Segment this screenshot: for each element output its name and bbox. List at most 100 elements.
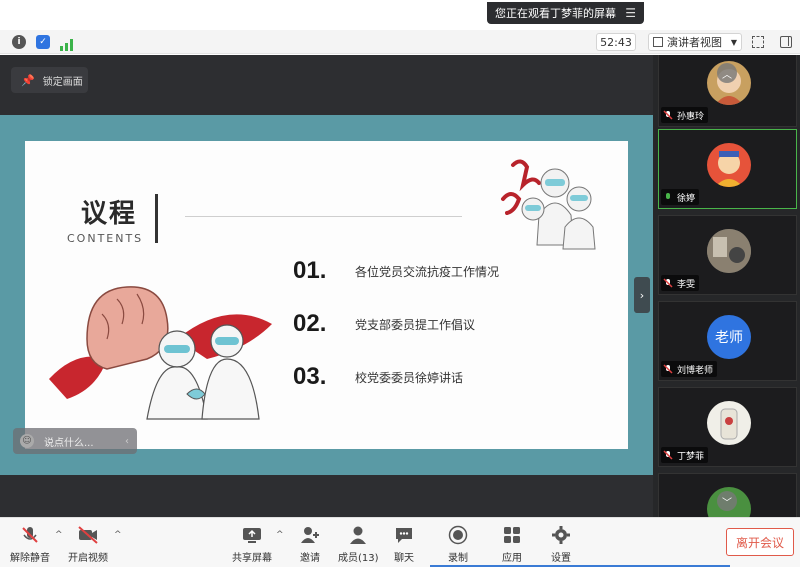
gear-icon bbox=[550, 524, 572, 546]
mic-muted-icon bbox=[19, 524, 41, 546]
menu-icon[interactable]: ☰ bbox=[625, 6, 636, 20]
agenda-item-number: 01. bbox=[293, 257, 327, 284]
agenda-item: 03. 校党委委员徐婷讲话 bbox=[293, 363, 463, 391]
agenda-item: 01. 各位党员交流抗疫工作情况 bbox=[293, 257, 499, 285]
meeting-toolbar: i ✓ 52:43 演讲者视图 ▼ bbox=[0, 30, 800, 54]
meeting-timer: 52:43 bbox=[596, 33, 636, 51]
participant-name: 孙惠玲 bbox=[677, 111, 705, 122]
shared-screen-stage: 📌 锁定画面 议程 CONTENTS 01. 各位党员交流抗疫工作情况 02. … bbox=[0, 55, 653, 517]
start-video-label: 开启视频 bbox=[68, 553, 108, 564]
lock-screen-label: 锁定画面 bbox=[42, 76, 83, 88]
chevron-up-icon[interactable]: ^ bbox=[55, 530, 63, 540]
add-user-icon bbox=[299, 524, 321, 546]
meeting-controls-bar: 解除静音 ^ 开启视频 ^ 共享屏幕 ^ 邀请 成员(13) 聊天 录制 应用 … bbox=[0, 517, 800, 567]
agenda-item: 02. 党支部委员提工作倡议 bbox=[293, 310, 475, 338]
participant-tile[interactable]: 丁梦菲 bbox=[658, 387, 797, 467]
agenda-item-text: 校党委委员徐婷讲话 bbox=[355, 370, 464, 385]
chevron-right-icon: › bbox=[639, 288, 645, 302]
scroll-up-icon[interactable]: ︿ bbox=[717, 63, 737, 83]
invite-button[interactable]: 邀请 bbox=[299, 524, 321, 564]
participant-tile[interactable]: 老师 刘博老师 bbox=[658, 301, 797, 381]
panel-expand-toggle[interactable]: › bbox=[634, 277, 650, 313]
info-icon[interactable]: i bbox=[12, 35, 26, 49]
settings-button[interactable]: 设置 bbox=[550, 524, 572, 564]
participant-sidebar: 孙惠玲 ︿ 徐婷 李雯 老师 刘博老师 丁梦菲 ﹀ bbox=[653, 55, 800, 517]
chevron-down-icon: ▼ bbox=[730, 37, 737, 47]
start-video-button[interactable]: 开启视频 bbox=[68, 524, 108, 564]
chat-icon bbox=[393, 524, 415, 546]
agenda-item-text: 党支部委员提工作倡议 bbox=[355, 317, 476, 332]
lock-screen-button[interactable]: 📌 锁定画面 bbox=[11, 67, 88, 93]
avatar bbox=[707, 143, 751, 187]
record-label: 录制 bbox=[448, 553, 468, 564]
avatar bbox=[707, 229, 751, 273]
slide-title: 议程 bbox=[81, 199, 138, 229]
chat-button[interactable]: 聊天 bbox=[393, 524, 415, 564]
chevron-up-icon[interactable]: ^ bbox=[114, 530, 122, 540]
watching-banner: 您正在观看丁梦菲的屏幕 ☰ bbox=[487, 2, 644, 24]
mic-active-icon bbox=[663, 192, 673, 202]
signal-icon[interactable] bbox=[60, 36, 74, 51]
record-icon bbox=[447, 524, 469, 546]
agenda-item-number: 03. bbox=[293, 363, 327, 390]
medics-calligraphy-illustration bbox=[501, 159, 596, 250]
avatar bbox=[707, 401, 751, 445]
members-icon bbox=[347, 524, 369, 546]
participant-nameplate: 李雯 bbox=[661, 275, 700, 291]
record-button[interactable]: 录制 bbox=[447, 524, 469, 564]
members-button[interactable]: 成员(13) bbox=[338, 524, 379, 564]
share-screen-button[interactable]: 共享屏幕 bbox=[232, 524, 272, 564]
slide: 议程 CONTENTS 01. 各位党员交流抗疫工作情况 02. 党支部委员提工… bbox=[25, 141, 628, 449]
participant-name: 丁梦菲 bbox=[677, 451, 705, 462]
mic-muted-icon bbox=[663, 278, 673, 288]
grid-icon bbox=[653, 37, 663, 47]
participant-name: 徐婷 bbox=[677, 193, 696, 204]
invite-label: 邀请 bbox=[300, 553, 320, 564]
mic-muted-icon bbox=[663, 450, 673, 460]
participant-tile[interactable]: 徐婷 bbox=[658, 129, 797, 209]
members-label: 成员(13) bbox=[338, 553, 379, 564]
mic-muted-icon bbox=[663, 110, 673, 120]
participant-tile[interactable]: 李雯 bbox=[658, 215, 797, 295]
share-screen-label: 共享屏幕 bbox=[232, 553, 272, 564]
unmute-label: 解除静音 bbox=[10, 553, 50, 564]
fullscreen-icon[interactable] bbox=[752, 36, 764, 48]
watching-banner-text: 您正在观看丁梦菲的屏幕 bbox=[495, 7, 616, 20]
apps-icon bbox=[501, 524, 523, 546]
agenda-item-text: 各位党员交流抗疫工作情况 bbox=[355, 264, 500, 279]
view-mode-select[interactable]: 演讲者视图 ▼ bbox=[648, 33, 742, 51]
title-underline bbox=[185, 216, 462, 217]
chat-label: 聊天 bbox=[394, 553, 414, 564]
pin-icon: 📌 bbox=[21, 73, 35, 87]
participant-nameplate: 徐婷 bbox=[661, 189, 700, 205]
share-screen-icon bbox=[241, 524, 263, 546]
unmute-button[interactable]: 解除静音 bbox=[10, 524, 50, 564]
participant-nameplate: 丁梦菲 bbox=[661, 447, 709, 463]
emoji-icon[interactable]: ☺ bbox=[20, 434, 34, 448]
agenda-item-number: 02. bbox=[293, 310, 327, 337]
participant-nameplate: 刘博老师 bbox=[661, 361, 718, 377]
chevron-left-icon[interactable]: ‹ bbox=[125, 436, 129, 447]
chat-placeholder: 说点什么... bbox=[44, 437, 94, 449]
video-off-icon bbox=[77, 524, 99, 546]
fist-medics-illustration bbox=[49, 286, 272, 420]
slide-subtitle: CONTENTS bbox=[67, 232, 144, 245]
apps-button[interactable]: 应用 bbox=[501, 524, 523, 564]
slide-frame: 议程 CONTENTS 01. 各位党员交流抗疫工作情况 02. 党支部委员提工… bbox=[0, 115, 653, 475]
title-divider-bar bbox=[155, 194, 158, 243]
avatar: 老师 bbox=[707, 315, 751, 359]
sidebar-toggle-icon[interactable] bbox=[780, 36, 792, 48]
top-bar: 您正在观看丁梦菲的屏幕 ☰ bbox=[0, 0, 800, 30]
apps-label: 应用 bbox=[502, 553, 522, 564]
chevron-up-icon[interactable]: ^ bbox=[276, 530, 284, 540]
chat-quick-input[interactable]: ☺ 说点什么... ‹ bbox=[13, 428, 137, 454]
participant-name: 李雯 bbox=[677, 279, 696, 290]
view-mode-label: 演讲者视图 bbox=[667, 36, 722, 49]
security-shield-icon[interactable]: ✓ bbox=[36, 35, 50, 49]
settings-label: 设置 bbox=[551, 553, 571, 564]
participant-name: 刘博老师 bbox=[677, 365, 714, 376]
scroll-down-icon[interactable]: ﹀ bbox=[717, 491, 737, 511]
leave-meeting-button[interactable]: 离开会议 bbox=[726, 528, 794, 556]
mic-muted-icon bbox=[663, 364, 673, 374]
participant-nameplate: 孙惠玲 bbox=[661, 107, 709, 123]
